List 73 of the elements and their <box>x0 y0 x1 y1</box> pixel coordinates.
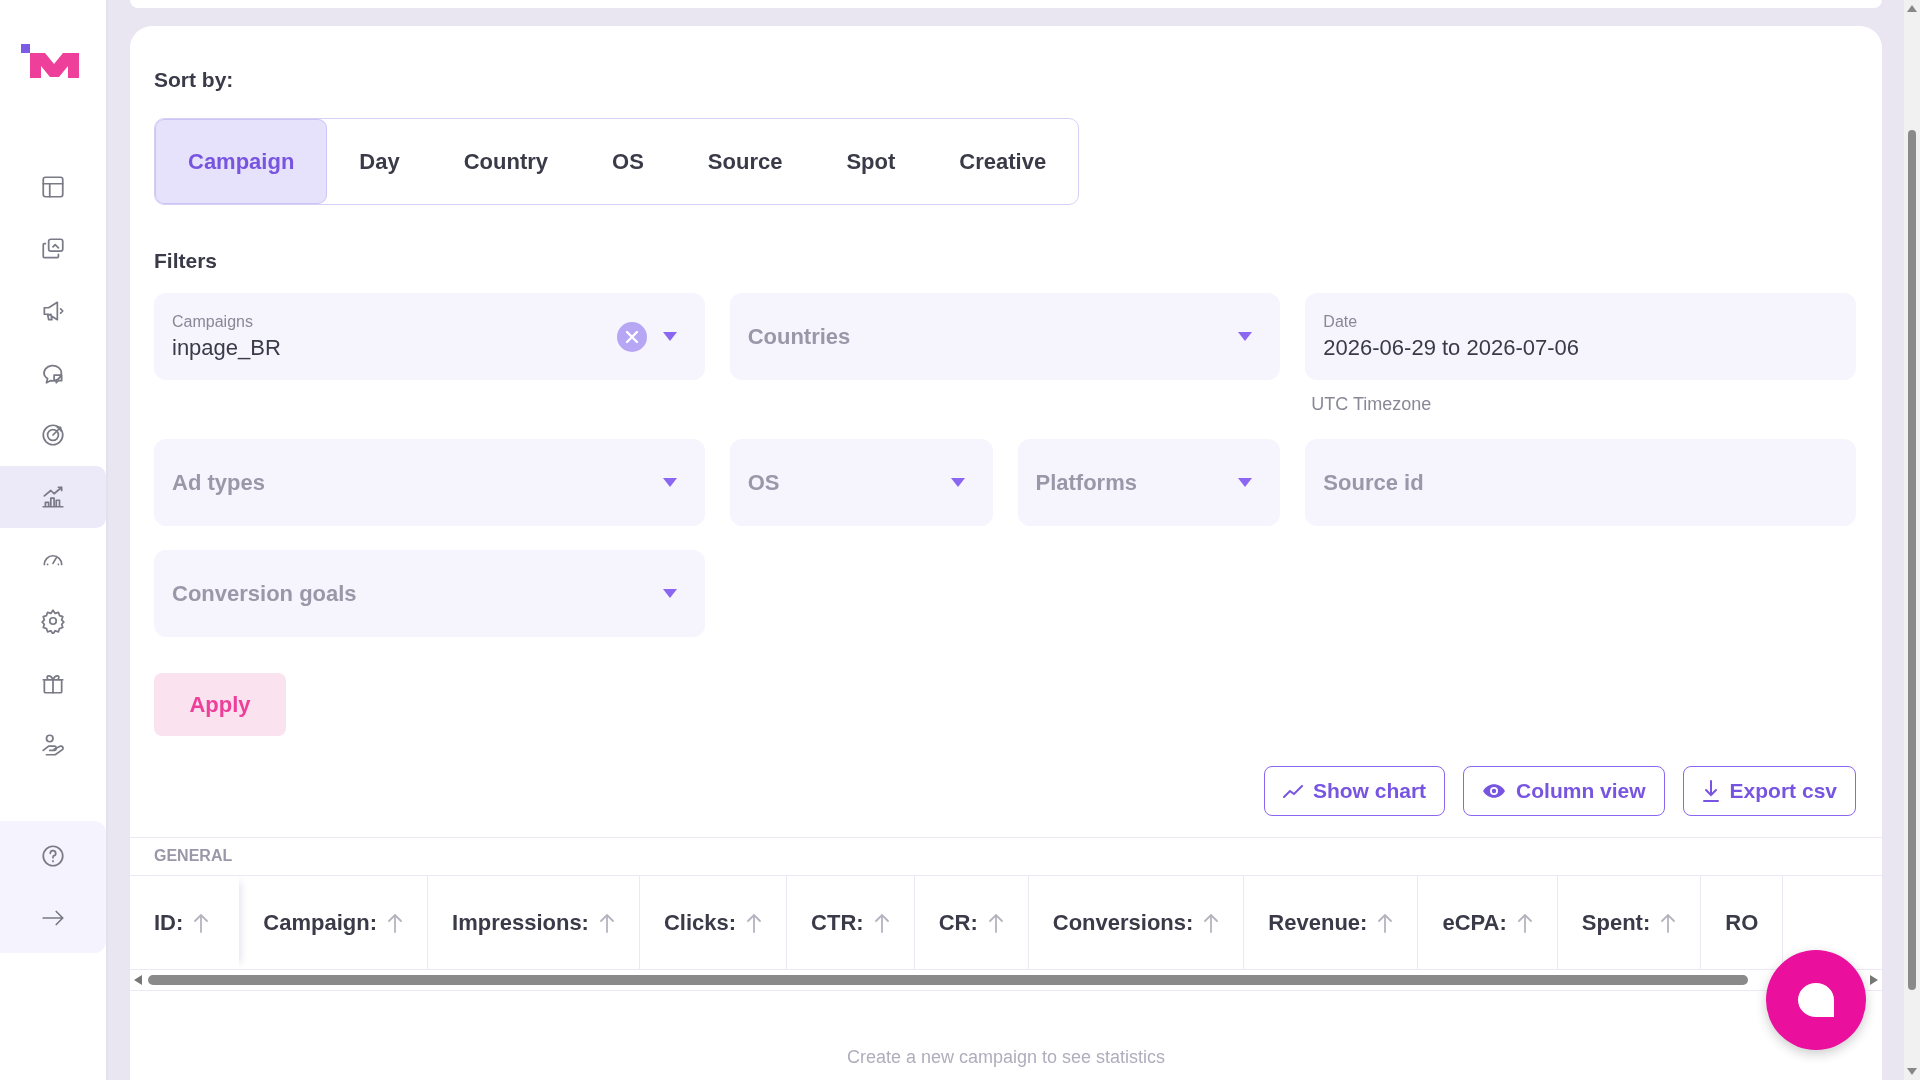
action-button[interactable]: Show chart <box>1263 766 1446 816</box>
sort-arrow-icon[interactable] <box>387 912 403 933</box>
sort-tab[interactable]: Spot <box>814 119 928 204</box>
sort-arrow-icon[interactable] <box>193 912 210 933</box>
empty-message: Create a new campaign to see statistics <box>845 1047 1167 1068</box>
field-placeholder: Ad types <box>172 469 266 496</box>
settings-icon <box>40 608 66 634</box>
images-icon <box>40 236 66 262</box>
note-text: UTC Timezone <box>1311 394 1432 415</box>
chart-icon <box>40 484 66 510</box>
sort-arrow-icon[interactable] <box>1660 912 1677 933</box>
field-placeholder: Conversion goals <box>172 580 358 607</box>
megaphone-icon <box>40 298 66 324</box>
column-header[interactable]: Revenue: <box>1244 876 1419 969</box>
scroll-down-icon[interactable] <box>1907 1068 1917 1076</box>
field-value: 2026-06-29 to 2026-07-06 <box>1323 334 1580 361</box>
select-field[interactable]: Date 2026-06-29 to 2026-07-06 <box>1305 293 1856 380</box>
action-button[interactable]: Column view <box>1463 766 1665 816</box>
column-header[interactable]: Impressions: <box>428 876 640 969</box>
layout-icon <box>40 174 66 200</box>
section-title: Filters <box>154 249 219 273</box>
help-icon <box>40 843 66 869</box>
field-value: inpage_BR <box>172 334 282 361</box>
action-button[interactable]: Export csv <box>1682 766 1856 816</box>
field-placeholder: OS <box>747 469 781 496</box>
sort-arrow-icon[interactable] <box>746 912 763 933</box>
caret-icon[interactable] <box>1238 332 1253 341</box>
column-header[interactable]: ID: <box>130 876 240 969</box>
sort-arrow-icon[interactable] <box>987 912 1004 933</box>
scrollbar-thumb[interactable] <box>148 975 1748 985</box>
sort-tab[interactable]: Country <box>431 119 581 204</box>
sort-arrow-icon[interactable] <box>1203 912 1220 933</box>
field-label: Campaigns <box>172 312 254 331</box>
section-title: Sort by: <box>154 68 235 92</box>
sort-arrow-icon[interactable] <box>873 912 890 933</box>
sort-tab[interactable]: Day <box>327 119 432 204</box>
chat-bubble-icon <box>1797 982 1835 1018</box>
sort-tab[interactable]: Source <box>675 119 815 204</box>
scroll-right-icon[interactable] <box>1870 975 1878 985</box>
scroll-left-icon[interactable] <box>134 975 142 985</box>
column-header[interactable]: Clicks: <box>639 876 788 969</box>
column-header[interactable]: Conversions: <box>1028 876 1245 969</box>
scrollbar-thumb[interactable] <box>1908 130 1916 990</box>
sort-arrow-icon[interactable] <box>1377 912 1394 933</box>
caret-icon[interactable] <box>1238 478 1253 487</box>
sort-tab[interactable]: Campaign <box>155 119 328 204</box>
hand-icon <box>40 732 66 758</box>
field-placeholder: Source id <box>1323 469 1425 496</box>
select-field[interactable]: Campaigns inpage_BR <box>154 293 705 380</box>
column-header[interactable]: Campaign: <box>239 876 428 969</box>
column-header[interactable]: eCPA: <box>1418 876 1558 969</box>
eye-icon <box>1482 783 1507 799</box>
caret-icon[interactable] <box>950 478 965 487</box>
sort-tab[interactable]: Creative <box>927 119 1079 204</box>
sidebar-item[interactable] <box>0 466 106 528</box>
caret-icon[interactable] <box>662 589 677 598</box>
field-placeholder: Platforms <box>1035 469 1138 496</box>
field-label: Date <box>1323 312 1359 331</box>
line-chart-icon <box>1282 784 1303 798</box>
download-icon <box>1701 780 1720 802</box>
column-header[interactable]: Spent: <box>1557 876 1702 969</box>
scroll-up-icon[interactable] <box>1907 4 1917 12</box>
caret-icon[interactable] <box>662 332 677 341</box>
sort-arrow-icon[interactable] <box>598 912 615 933</box>
field-placeholder: Countries <box>747 323 852 350</box>
caret-icon[interactable] <box>662 478 677 487</box>
target-icon <box>40 422 66 448</box>
sort-arrow-icon[interactable] <box>1516 912 1533 933</box>
clear-icon[interactable] <box>616 321 647 352</box>
sort-tab[interactable]: OS <box>580 119 676 204</box>
column-header[interactable]: CR: <box>914 876 1029 969</box>
table-section-label: GENERAL <box>154 847 233 864</box>
column-header[interactable]: CTR: <box>787 876 915 969</box>
